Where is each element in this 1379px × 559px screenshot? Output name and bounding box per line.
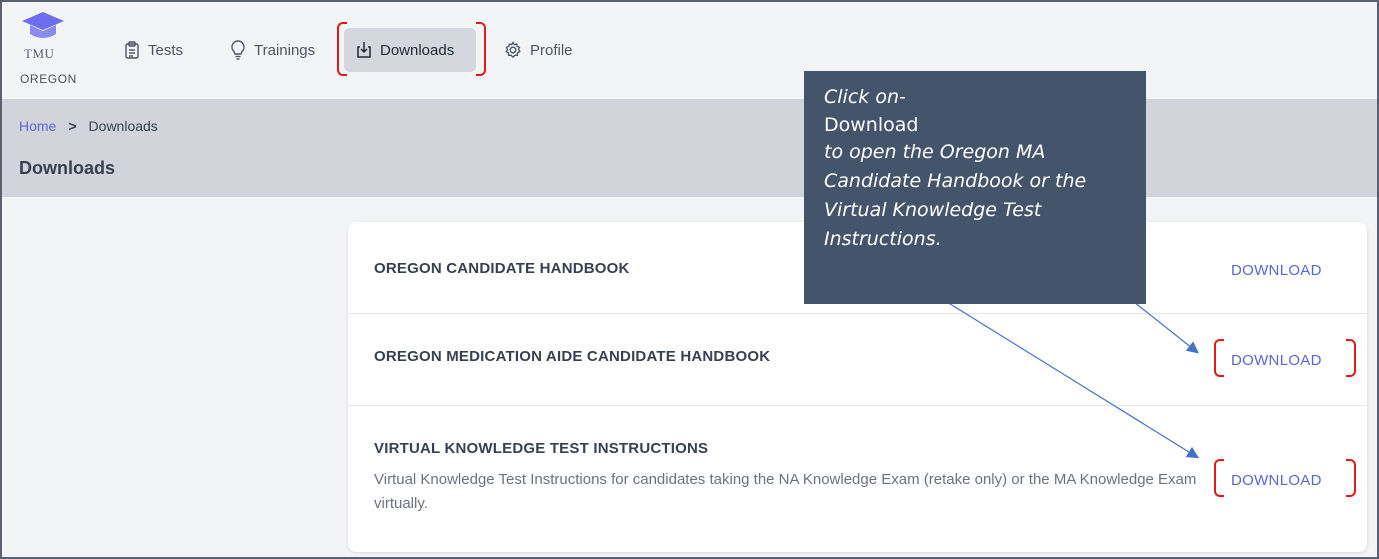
nav-downloads-label: Downloads	[380, 41, 455, 59]
breadcrumb-current: Downloads	[88, 118, 158, 134]
top-navigation: TMU OREGON Tests Trainings Downloads Pro…	[2, 2, 1377, 98]
breadcrumb-separator: >	[68, 118, 77, 134]
nav-tests-label: Tests	[148, 41, 184, 59]
breadcrumb: Home > Downloads	[19, 118, 158, 134]
nav-trainings-label: Trainings	[254, 41, 316, 59]
logo-state: OREGON	[20, 72, 77, 86]
nav-profile[interactable]: Profile	[492, 28, 585, 72]
page-title: Downloads	[19, 158, 116, 178]
lightbulb-icon	[231, 40, 245, 60]
callout-line-2: Download	[824, 114, 919, 136]
callout-line-3: to open the Oregon MA Candidate Handbook…	[824, 141, 1087, 250]
nav-profile-label: Profile	[530, 41, 573, 59]
nav-trainings[interactable]: Trainings	[218, 28, 327, 72]
page-header: Home > Downloads Downloads	[2, 99, 1377, 197]
download-button[interactable]: DOWNLOAD	[1231, 472, 1322, 489]
app-window: TMU OREGON Tests Trainings Downloads Pro…	[0, 0, 1379, 559]
download-button[interactable]: DOWNLOAD	[1231, 262, 1322, 279]
nav-tests[interactable]: Tests	[112, 28, 195, 72]
gear-icon	[505, 41, 521, 59]
highlight-bracket-right	[476, 22, 486, 76]
graduation-cap-icon	[22, 12, 64, 38]
download-description: Virtual Knowledge Test Instructions for …	[374, 471, 1197, 512]
highlight-bracket-left	[1214, 459, 1224, 497]
logo-text: TMU	[24, 46, 55, 61]
download-title: OREGON CANDIDATE HANDBOOK	[374, 260, 630, 277]
highlight-bracket-right	[1346, 459, 1356, 497]
instruction-callout: Click on- Download to open the Oregon MA…	[804, 71, 1146, 304]
download-button[interactable]: DOWNLOAD	[1231, 352, 1322, 369]
breadcrumb-home[interactable]: Home	[19, 118, 56, 134]
highlight-bracket-left	[1214, 339, 1224, 377]
download-title: OREGON MEDICATION AIDE CANDIDATE HANDBOO…	[374, 348, 771, 365]
logo[interactable]: TMU OREGON	[20, 12, 90, 92]
download-tray-icon	[357, 42, 371, 58]
nav-downloads[interactable]: Downloads	[344, 28, 476, 72]
clipboard-icon	[125, 41, 139, 59]
callout-line-1: Click on-	[824, 86, 906, 108]
highlight-bracket-left	[337, 22, 347, 76]
highlight-bracket-right	[1346, 339, 1356, 377]
download-title: VIRTUAL KNOWLEDGE TEST INSTRUCTIONS	[374, 440, 709, 457]
